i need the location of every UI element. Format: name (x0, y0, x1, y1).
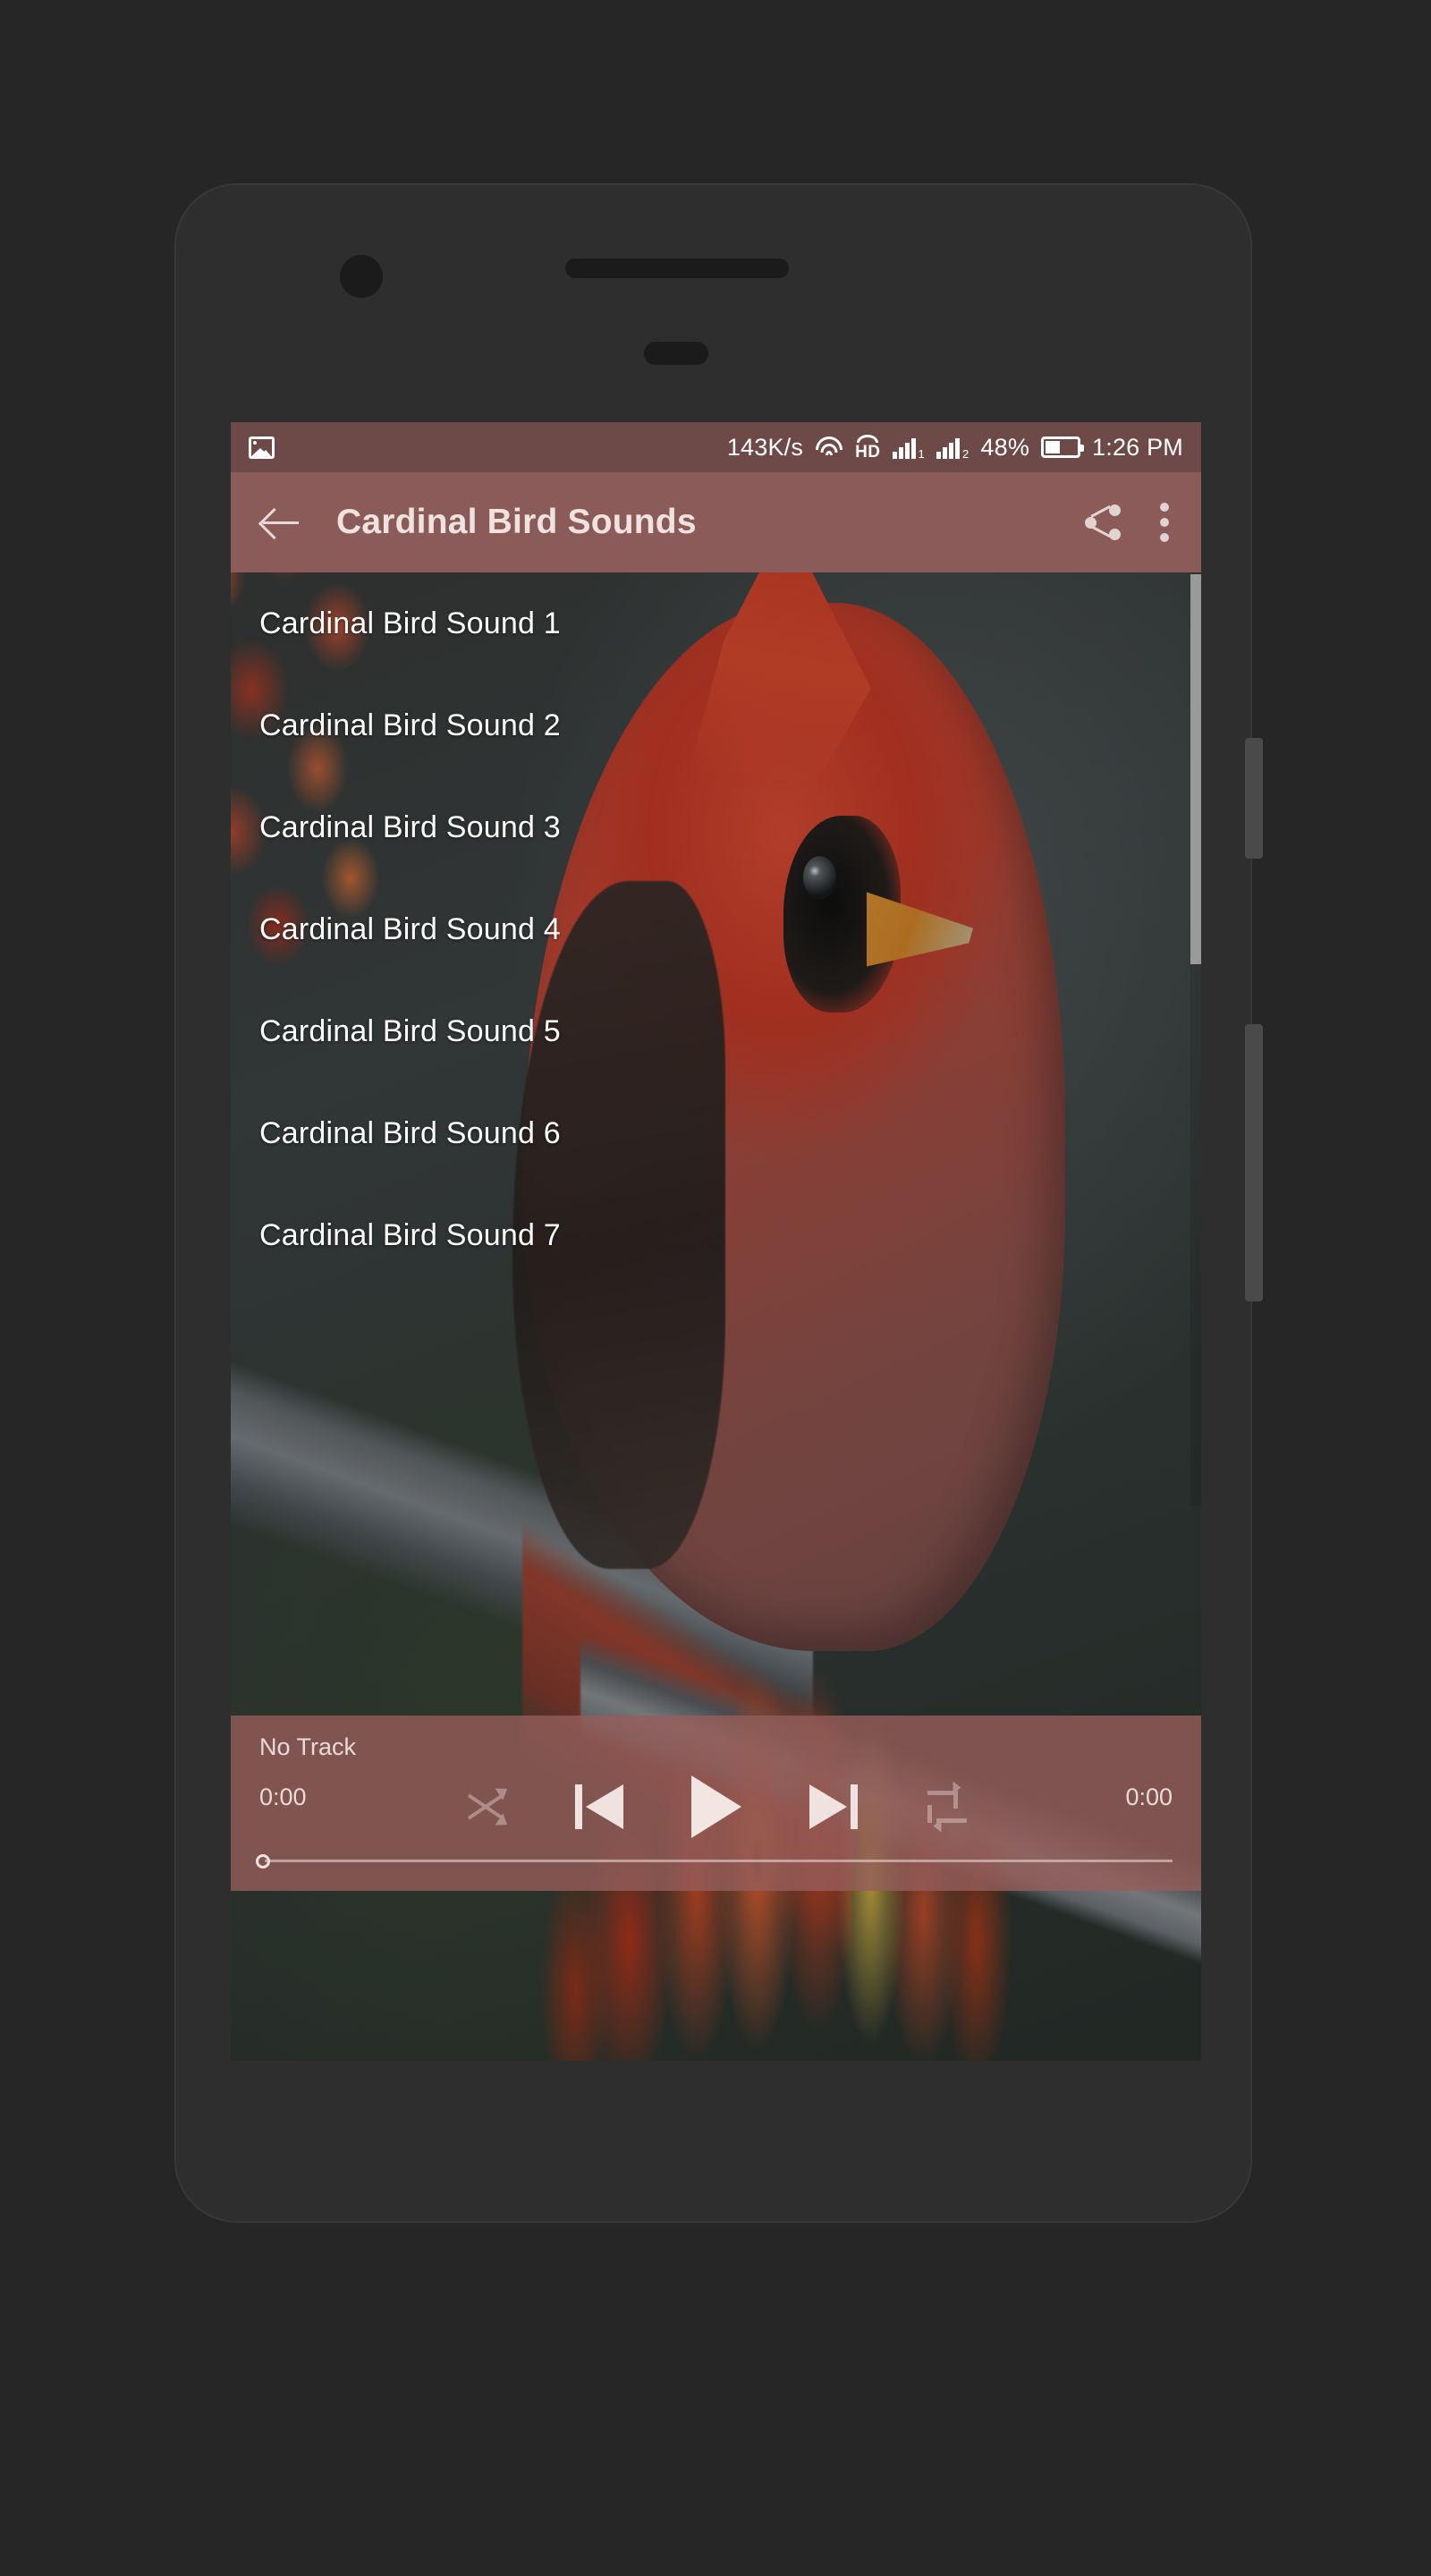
seek-bar[interactable] (231, 1848, 1201, 1875)
sound-list[interactable]: Cardinal Bird Sound 1 Cardinal Bird Soun… (231, 572, 1201, 1506)
track-title: No Track (259, 1733, 357, 1760)
next-track-button[interactable] (809, 1784, 858, 1829)
play-icon (690, 1775, 741, 1838)
back-arrow-icon[interactable] (258, 499, 304, 546)
earpiece-speaker (565, 258, 789, 278)
list-item[interactable]: Cardinal Bird Sound 5 (231, 980, 1201, 1082)
volume-button[interactable] (1245, 1024, 1263, 1301)
signal-bars-2-icon: 2 (936, 436, 969, 460)
repeat-button[interactable] (926, 1781, 969, 1833)
page-title: Cardinal Bird Sounds (336, 503, 697, 541)
repeat-icon (926, 1781, 969, 1833)
list-item[interactable]: Cardinal Bird Sound 7 (231, 1184, 1201, 1286)
power-button[interactable] (1245, 738, 1263, 859)
status-bar-right: 143K/s HD 1 2 48% 1:26 PM (727, 434, 1183, 462)
play-button[interactable] (690, 1775, 741, 1838)
status-bar: 143K/s HD 1 2 48% 1:26 PM (231, 422, 1201, 472)
skip-next-icon (809, 1784, 858, 1829)
shuffle-icon (464, 1783, 512, 1831)
clock-label: 1:26 PM (1092, 433, 1183, 461)
player-bar: No Track 0:00 0:00 (231, 1716, 1201, 1891)
wifi-icon (815, 436, 843, 459)
seek-bar-thumb[interactable] (256, 1854, 270, 1868)
list-item-label: Cardinal Bird Sound 2 (259, 708, 561, 742)
share-icon[interactable] (1083, 503, 1122, 542)
list-item[interactable]: Cardinal Bird Sound 2 (231, 674, 1201, 776)
list-item-label: Cardinal Bird Sound 4 (259, 911, 561, 946)
list-item[interactable]: Cardinal Bird Sound 1 (231, 572, 1201, 674)
battery-percent-label: 48% (980, 433, 1030, 461)
gallery-image-icon (249, 436, 275, 459)
list-item-label: Cardinal Bird Sound 7 (259, 1217, 561, 1252)
hd-voice-icon: HD (855, 434, 880, 461)
app-bar-actions (1083, 503, 1174, 542)
list-item-label: Cardinal Bird Sound 3 (259, 809, 561, 844)
player-controls (231, 1771, 1201, 1843)
battery-icon (1041, 436, 1085, 458)
list-item[interactable]: Cardinal Bird Sound 3 (231, 776, 1201, 878)
seek-bar-track[interactable] (265, 1860, 1173, 1862)
list-item-label: Cardinal Bird Sound 5 (259, 1013, 561, 1048)
list-item[interactable]: Cardinal Bird Sound 4 (231, 878, 1201, 980)
front-camera-icon (340, 255, 383, 298)
proximity-sensor (644, 342, 708, 365)
list-item-label: Cardinal Bird Sound 6 (259, 1115, 561, 1150)
network-speed-label: 143K/s (726, 433, 804, 461)
list-item[interactable]: Cardinal Bird Sound 6 (231, 1082, 1201, 1184)
phone-screen: 143K/s HD 1 2 48% 1:26 PM Cardinal Bird … (231, 422, 1201, 2061)
list-scrollbar-thumb[interactable] (1190, 574, 1201, 964)
signal-bars-1-icon: 1 (892, 436, 925, 460)
more-vert-icon[interactable] (1158, 503, 1171, 542)
skip-previous-icon (574, 1784, 623, 1829)
previous-track-button[interactable] (574, 1784, 623, 1829)
app-bar: Cardinal Bird Sounds (231, 472, 1201, 572)
status-bar-left (249, 436, 275, 459)
shuffle-button[interactable] (464, 1783, 512, 1831)
list-item-label: Cardinal Bird Sound 1 (259, 606, 561, 640)
